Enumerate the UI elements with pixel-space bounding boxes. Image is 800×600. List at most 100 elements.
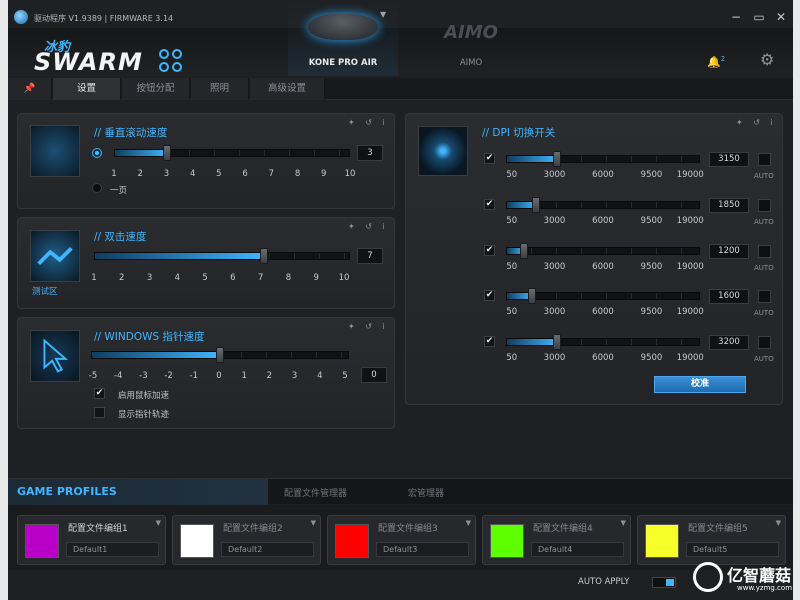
slider-knob[interactable] xyxy=(552,334,561,350)
dpi-slider[interactable] xyxy=(506,334,700,350)
chevron-down-icon[interactable]: ▼ xyxy=(156,519,161,527)
vertical-scroll-panel: // 垂直滚动速度 ✦ ↺ i 1 2 3 4 5 6 7 8 9 10 3 一页 xyxy=(17,113,395,209)
chevron-down-icon[interactable]: ▼ xyxy=(466,519,471,527)
slider-knob[interactable] xyxy=(520,243,529,259)
profile-name[interactable]: 配置文件编组2 xyxy=(223,521,283,534)
profile-slot[interactable]: 配置文件编组3 ▼ Default3 xyxy=(327,515,476,565)
tab-settings[interactable]: 设置 xyxy=(53,78,121,100)
pointer-speed-panel: // WINDOWS 指针速度 ✦ ↺ i -5 -4 -3 -2 -1 0 1 2 3 4 5 0… xyxy=(17,317,395,429)
profile-default-field[interactable]: Default4 xyxy=(531,542,624,557)
auto-checkbox[interactable] xyxy=(758,153,771,166)
profile-name[interactable]: 配置文件编组3 xyxy=(378,521,438,534)
gear-icon[interactable]: ⚙ xyxy=(760,50,774,69)
test-area-label: 测试区 xyxy=(32,287,58,297)
pointer-speed-slider[interactable] xyxy=(91,347,349,363)
profile-default-field[interactable]: Default1 xyxy=(66,542,159,557)
dpi-slider[interactable] xyxy=(506,151,700,167)
info-icon[interactable]: i xyxy=(383,222,389,231)
scroll-page-radio[interactable] xyxy=(92,183,102,193)
profile-slot[interactable]: 配置文件编组2 ▼ Default2 xyxy=(172,515,321,565)
profile-default-field[interactable]: Default2 xyxy=(221,542,314,557)
slider-knob[interactable] xyxy=(260,248,269,264)
slider-knob[interactable] xyxy=(527,288,536,304)
profile-slot[interactable]: 配置文件编组5 ▼ Default5 xyxy=(637,515,786,565)
info-icon[interactable]: i xyxy=(771,118,777,127)
tab-profile-manager[interactable]: 配置文件管理器 xyxy=(284,486,347,499)
chevron-down-icon[interactable]: ▼ xyxy=(621,519,626,527)
notification-bell-icon[interactable]: 🔔2 xyxy=(707,55,725,69)
minimize-button[interactable]: − xyxy=(726,8,746,26)
dpi-value[interactable]: 1850 xyxy=(709,198,749,213)
pointer-speed-value[interactable]: 0 xyxy=(361,367,387,383)
profile-name[interactable]: 配置文件编组1 xyxy=(68,521,128,534)
auto-checkbox[interactable] xyxy=(758,245,771,258)
profile-color-swatch[interactable] xyxy=(490,524,524,558)
dpi-level-checkbox[interactable]: ✔ xyxy=(484,290,495,301)
chevron-down-icon[interactable]: ▼ xyxy=(776,519,781,527)
dpi-value[interactable]: 1600 xyxy=(709,289,749,304)
auto-checkbox[interactable] xyxy=(758,336,771,349)
vertical-scroll-slider[interactable] xyxy=(114,145,350,161)
pointer-trail-checkbox[interactable] xyxy=(94,407,105,418)
profile-color-swatch[interactable] xyxy=(645,524,679,558)
dpi-slider[interactable] xyxy=(506,243,700,259)
tab-macro-manager[interactable]: 宏管理器 xyxy=(408,486,444,499)
auto-checkbox[interactable] xyxy=(758,199,771,212)
profile-default-field[interactable]: Default3 xyxy=(376,542,469,557)
game-profiles-title[interactable]: GAME PROFILES xyxy=(8,479,268,505)
dpi-slider[interactable] xyxy=(506,197,700,213)
info-icon[interactable]: i xyxy=(383,322,389,331)
profile-name[interactable]: 配置文件编组4 xyxy=(533,521,593,534)
auto-checkbox[interactable] xyxy=(758,290,771,303)
slider-fill xyxy=(95,253,265,259)
profile-slot[interactable]: 配置文件编组1 ▼ Default1 xyxy=(17,515,166,565)
maximize-button[interactable]: ▭ xyxy=(749,8,769,26)
info-icon[interactable]: i xyxy=(383,118,389,127)
tab-lighting[interactable]: 照明 xyxy=(191,78,249,100)
profile-slot[interactable]: 配置文件编组4 ▼ Default4 xyxy=(482,515,631,565)
chevron-down-icon[interactable]: ▼ xyxy=(380,10,386,19)
dpi-level-checkbox[interactable]: ✔ xyxy=(484,336,495,347)
reset-icon[interactable]: ↺ xyxy=(365,222,376,231)
profile-name[interactable]: 配置文件编组5 xyxy=(688,521,748,534)
pin-icon[interactable]: ✦ xyxy=(348,118,359,127)
pin-tab[interactable]: 📌 xyxy=(8,78,52,100)
scroll-lines-radio[interactable] xyxy=(92,148,102,158)
slider-knob[interactable] xyxy=(531,197,540,213)
dpi-level-checkbox[interactable]: ✔ xyxy=(484,199,495,210)
slider-knob[interactable] xyxy=(216,347,224,363)
dpi-slider[interactable] xyxy=(506,288,700,304)
pin-icon[interactable]: ✦ xyxy=(348,222,359,231)
double-click-slider[interactable] xyxy=(94,248,350,264)
auto-apply-toggle[interactable] xyxy=(652,577,676,588)
tab-bar: 📌 设置 按钮分配 照明 高级设置 xyxy=(8,78,793,100)
profile-default-field[interactable]: Default5 xyxy=(686,542,779,557)
close-button[interactable]: ✕ xyxy=(771,8,791,26)
dpi-value[interactable]: 3200 xyxy=(709,335,749,350)
chevron-down-icon[interactable]: ▼ xyxy=(311,519,316,527)
device-tab-aimo[interactable]: AIMO AIMO xyxy=(416,0,526,76)
calibrate-button[interactable]: 校准 xyxy=(654,376,746,393)
reset-icon[interactable]: ↺ xyxy=(365,118,376,127)
pin-icon[interactable]: ✦ xyxy=(348,322,359,331)
profile-color-swatch[interactable] xyxy=(25,524,59,558)
dpi-value[interactable]: 1200 xyxy=(709,244,749,259)
slider-knob[interactable] xyxy=(552,151,561,167)
scroll-value[interactable]: 3 xyxy=(357,145,383,161)
profile-color-swatch[interactable] xyxy=(335,524,369,558)
pin-icon[interactable]: ✦ xyxy=(736,118,747,127)
dpi-value[interactable]: 3150 xyxy=(709,152,749,167)
profile-color-swatch[interactable] xyxy=(180,524,214,558)
reset-icon[interactable]: ↺ xyxy=(365,322,376,331)
test-area[interactable] xyxy=(30,230,80,282)
brand-logo: 冰豹 SWARM xyxy=(34,36,194,76)
dpi-level-checkbox[interactable]: ✔ xyxy=(484,245,495,256)
tab-advanced[interactable]: 高级设置 xyxy=(250,78,325,100)
reset-icon[interactable]: ↺ xyxy=(753,118,764,127)
slider-knob[interactable] xyxy=(162,145,171,161)
double-click-value[interactable]: 7 xyxy=(357,248,383,264)
desktop-right-edge xyxy=(793,0,800,600)
tab-button-assignment[interactable]: 按钮分配 xyxy=(122,78,190,100)
acceleration-checkbox[interactable]: ✔ xyxy=(94,388,105,399)
dpi-level-checkbox[interactable]: ✔ xyxy=(484,153,495,164)
